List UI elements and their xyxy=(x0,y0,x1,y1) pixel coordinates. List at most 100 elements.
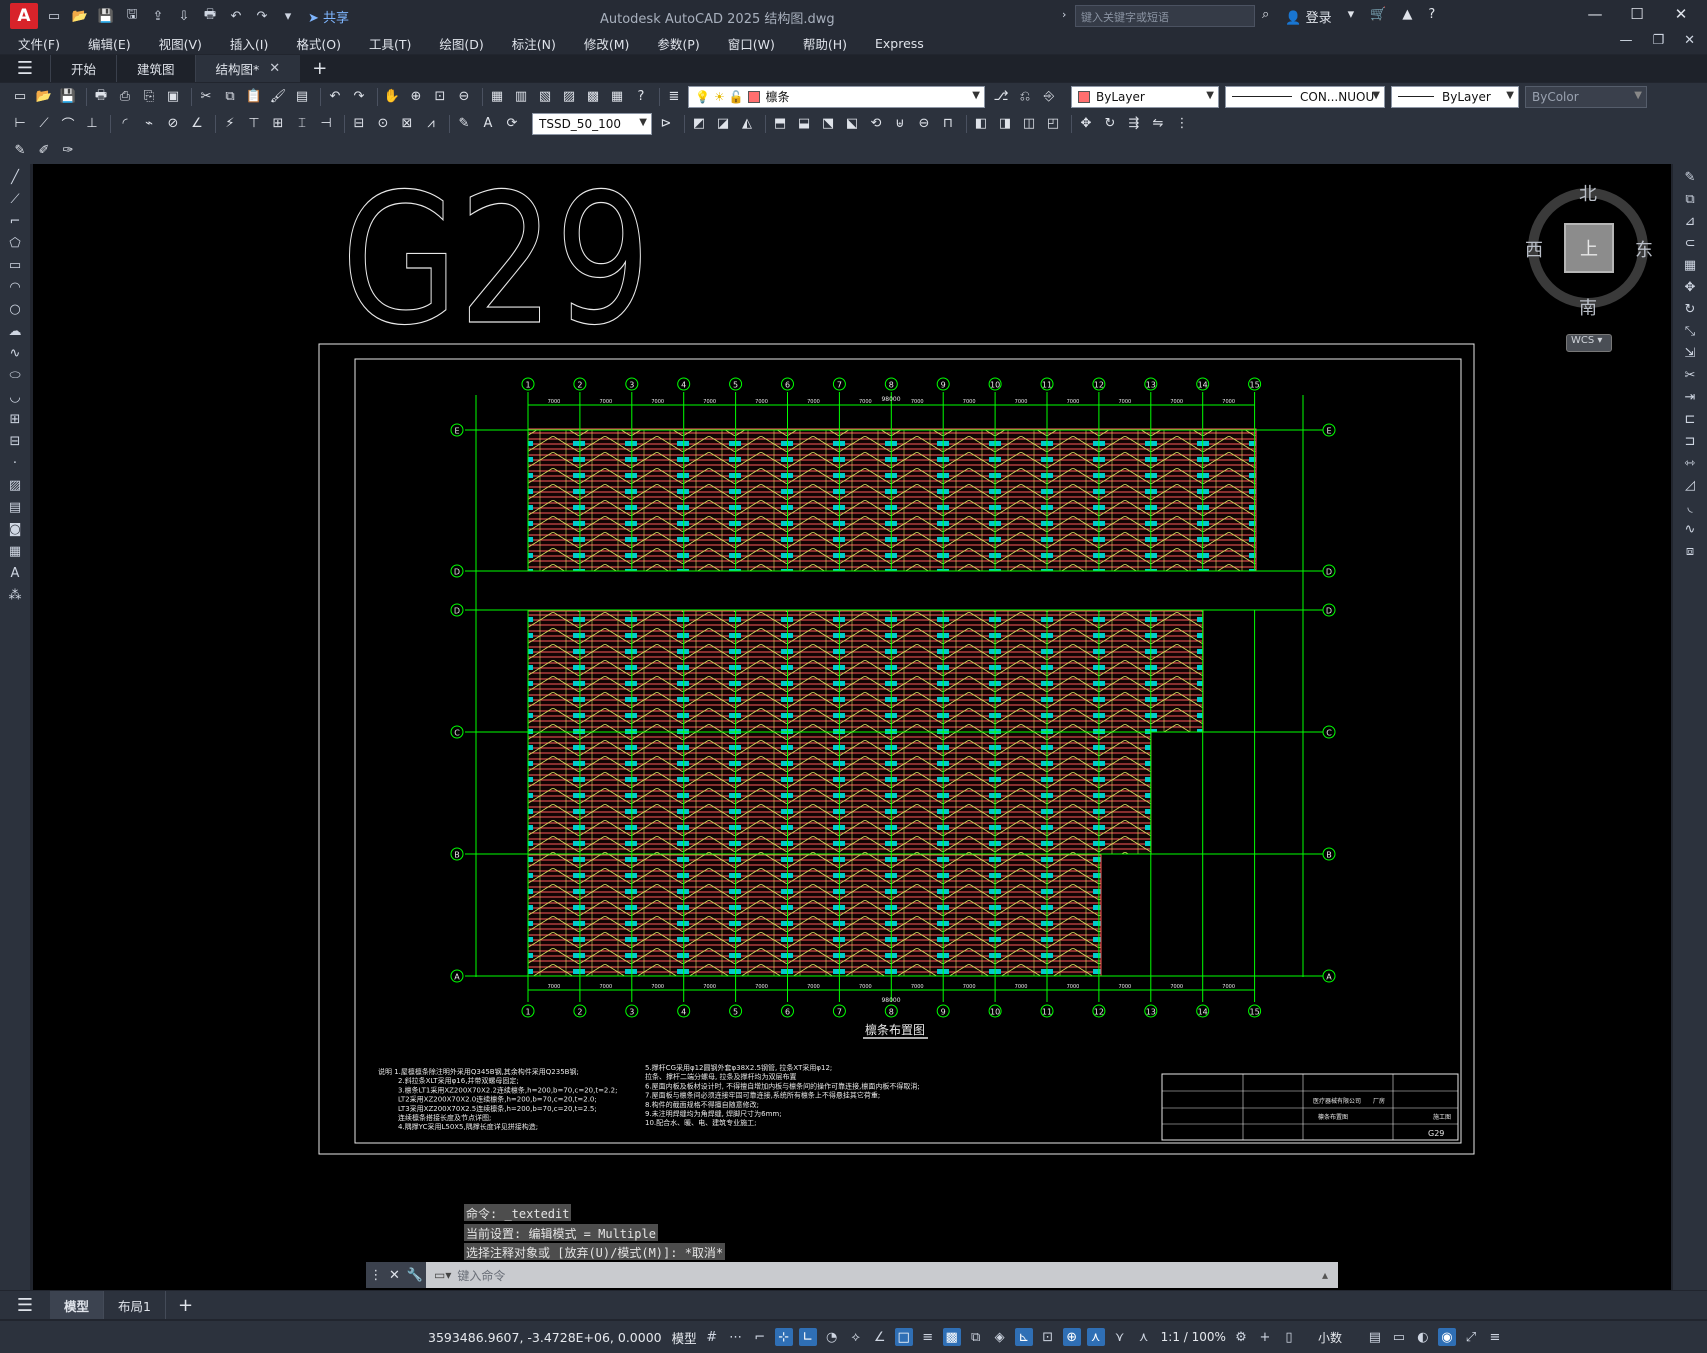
ellipse-arc-icon[interactable]: ◡ xyxy=(6,388,24,406)
compass-east[interactable]: 东 xyxy=(1635,236,1653,262)
wcs-menu-button[interactable]: WCS ▾ xyxy=(1566,334,1612,352)
isolate-objects-icon[interactable]: ◐ xyxy=(1414,1328,1432,1346)
rectangle-icon[interactable]: ▭ xyxy=(6,256,24,274)
help-icon[interactable]: ? xyxy=(631,88,651,106)
snap-icon[interactable]: ⋯ xyxy=(727,1328,745,1346)
diameter-dim-icon[interactable]: ⊘ xyxy=(163,115,183,133)
annotation-scale-icon[interactable]: ⋏ xyxy=(1135,1328,1153,1346)
add-layout-button[interactable]: + xyxy=(178,1295,193,1316)
3d-print-icon[interactable]: ▣ xyxy=(163,88,183,106)
pan-icon[interactable]: ✋ xyxy=(382,88,402,106)
selection-cycling-icon[interactable]: ⧉ xyxy=(967,1328,985,1346)
subtract-icon[interactable]: ⊖ xyxy=(914,115,934,133)
add-selected-icon[interactable]: ⁂ xyxy=(6,586,24,604)
command-icon[interactable]: ▭▾ xyxy=(434,1268,451,1282)
3d-move-icon[interactable]: ✥ xyxy=(1076,115,1096,133)
quick-properties-icon[interactable]: ▤ xyxy=(1366,1328,1384,1346)
customize-qat-icon[interactable]: ▾ xyxy=(278,7,298,25)
save-web-icon[interactable]: ⇩ xyxy=(174,7,194,25)
dim-text-edit-icon[interactable]: A xyxy=(478,115,498,133)
menu-parametric[interactable]: 参数(P) xyxy=(639,34,709,53)
sweep-icon[interactable]: ⬔ xyxy=(818,115,838,133)
multiline-text-icon[interactable]: A xyxy=(6,564,24,582)
new-file-icon[interactable]: ▭ xyxy=(44,7,64,25)
cart-icon[interactable]: 🛒 xyxy=(1370,7,1386,26)
menu-window[interactable]: 窗口(W) xyxy=(710,34,785,53)
chamfer-icon[interactable]: ◿ xyxy=(1681,476,1699,494)
circle-icon[interactable]: ○ xyxy=(6,300,24,318)
autodesk-a360-icon[interactable]: ▲ xyxy=(1402,7,1412,26)
open-web-icon[interactable]: ⇪ xyxy=(148,7,168,25)
search-icon[interactable]: ⌕ xyxy=(1262,7,1269,26)
tool-palettes-icon[interactable]: ▧ xyxy=(535,88,555,106)
save-as-icon[interactable]: 🖫 xyxy=(122,7,142,25)
menu-insert[interactable]: 插入(I) xyxy=(212,34,278,53)
selection-filter-icon[interactable]: ⊡ xyxy=(1039,1328,1057,1346)
polygon-icon[interactable]: ⬠ xyxy=(6,234,24,252)
revcloud-icon[interactable]: ☁ xyxy=(6,322,24,340)
search-input[interactable]: 键入关键字或短语 xyxy=(1075,5,1255,27)
linear-dim-icon[interactable]: ⊢ xyxy=(10,115,30,133)
menu-format[interactable]: 格式(O) xyxy=(278,34,351,53)
maximize-icon[interactable]: ☐ xyxy=(1622,5,1652,27)
command-input[interactable]: ▭▾ 键入命令 xyxy=(426,1262,1322,1288)
plot-icon[interactable]: 🖶 xyxy=(200,7,220,25)
interfere-icon[interactable]: ◰ xyxy=(1043,115,1063,133)
revolve-icon[interactable]: ⟲ xyxy=(866,115,886,133)
offset-icon[interactable]: ⊂ xyxy=(1681,234,1699,252)
copy-icon[interactable]: ⧉ xyxy=(1681,190,1699,208)
3d-rotate-icon[interactable]: ↻ xyxy=(1100,115,1120,133)
dim-edit-icon[interactable]: ✎ xyxy=(454,115,474,133)
insert-block-icon[interactable]: ⊞ xyxy=(6,410,24,428)
dim-style-icon[interactable]: ⊳ xyxy=(656,115,676,133)
3d-align-icon[interactable]: ⇶ xyxy=(1124,115,1144,133)
tab-structure[interactable]: 结构图* ✕ xyxy=(194,55,301,82)
arc-icon[interactable]: ◠ xyxy=(6,278,24,296)
zoom-realtime-icon[interactable]: ⊕ xyxy=(406,88,426,106)
menu-express[interactable]: Express xyxy=(857,36,934,51)
compass-west[interactable]: 西 xyxy=(1525,236,1543,262)
gizmo-icon[interactable]: ⊕ xyxy=(1062,1328,1081,1346)
minimize-icon[interactable]: — xyxy=(1580,5,1610,27)
center-mark-icon[interactable]: ⊙ xyxy=(373,115,393,133)
dynamic-input-icon[interactable]: ⊹ xyxy=(774,1328,793,1346)
slice-icon[interactable]: ◧ xyxy=(971,115,991,133)
object-snap-icon[interactable]: □ xyxy=(894,1328,913,1346)
edit-text-icon[interactable]: ✎ xyxy=(10,142,30,160)
union-icon[interactable]: ⊎ xyxy=(890,115,910,133)
layout-menu-icon[interactable]: ☰ xyxy=(0,1295,50,1316)
jogged-linear-icon[interactable]: ⩘ xyxy=(421,115,441,133)
edit-block-icon[interactable]: ✑ xyxy=(58,142,78,160)
annotation-monitor-icon[interactable]: + xyxy=(1256,1328,1274,1346)
quick-dim-icon[interactable]: ⚡ xyxy=(220,115,240,133)
trim-icon[interactable]: ✂ xyxy=(1681,366,1699,384)
move-icon[interactable]: ✥ xyxy=(1681,278,1699,296)
redo-icon[interactable]: ↷ xyxy=(349,88,369,106)
loft-icon[interactable]: ⬕ xyxy=(842,115,862,133)
new-tab-button[interactable]: + xyxy=(312,58,327,79)
plot-icon[interactable]: 🖶 xyxy=(91,88,111,106)
dimstyle-dropdown[interactable]: TSSD_50_100 ▼ xyxy=(532,112,652,135)
tab-model[interactable]: 模型 xyxy=(50,1291,105,1319)
make-current-icon[interactable]: ⎇ xyxy=(991,88,1011,106)
expand-history-icon[interactable]: ▴ xyxy=(1322,1268,1338,1282)
3d-cone-icon[interactable]: ◭ xyxy=(737,115,757,133)
customization-icon[interactable]: ≡ xyxy=(1486,1328,1504,1346)
layer-previous-icon[interactable]: ⎌ xyxy=(1015,88,1035,106)
help-icon[interactable]: ? xyxy=(1428,7,1435,26)
hatch-icon[interactable]: ▨ xyxy=(6,476,24,494)
gradient-icon[interactable]: ▤ xyxy=(6,498,24,516)
redo-icon[interactable]: ↷ xyxy=(252,7,272,25)
annotation-visibility-icon[interactable]: ⋏ xyxy=(1086,1328,1105,1346)
dim-break-icon[interactable]: ⊣ xyxy=(316,115,336,133)
paste-icon[interactable]: 📋 xyxy=(244,88,264,106)
calculator-icon[interactable]: ▦ xyxy=(607,88,627,106)
grid-icon[interactable]: # xyxy=(703,1328,721,1346)
construction-line-icon[interactable]: ⟋ xyxy=(6,190,24,208)
color-dropdown[interactable]: ByLayer ▼ xyxy=(1071,85,1219,108)
clean-screen-icon[interactable]: ⤢ xyxy=(1462,1328,1480,1346)
undo-icon[interactable]: ↶ xyxy=(325,88,345,106)
match-prop-icon[interactable]: 🖌 xyxy=(268,88,288,106)
open-file-icon[interactable]: 📂 xyxy=(70,7,90,25)
tab-layout1[interactable]: 布局1 xyxy=(104,1291,166,1319)
